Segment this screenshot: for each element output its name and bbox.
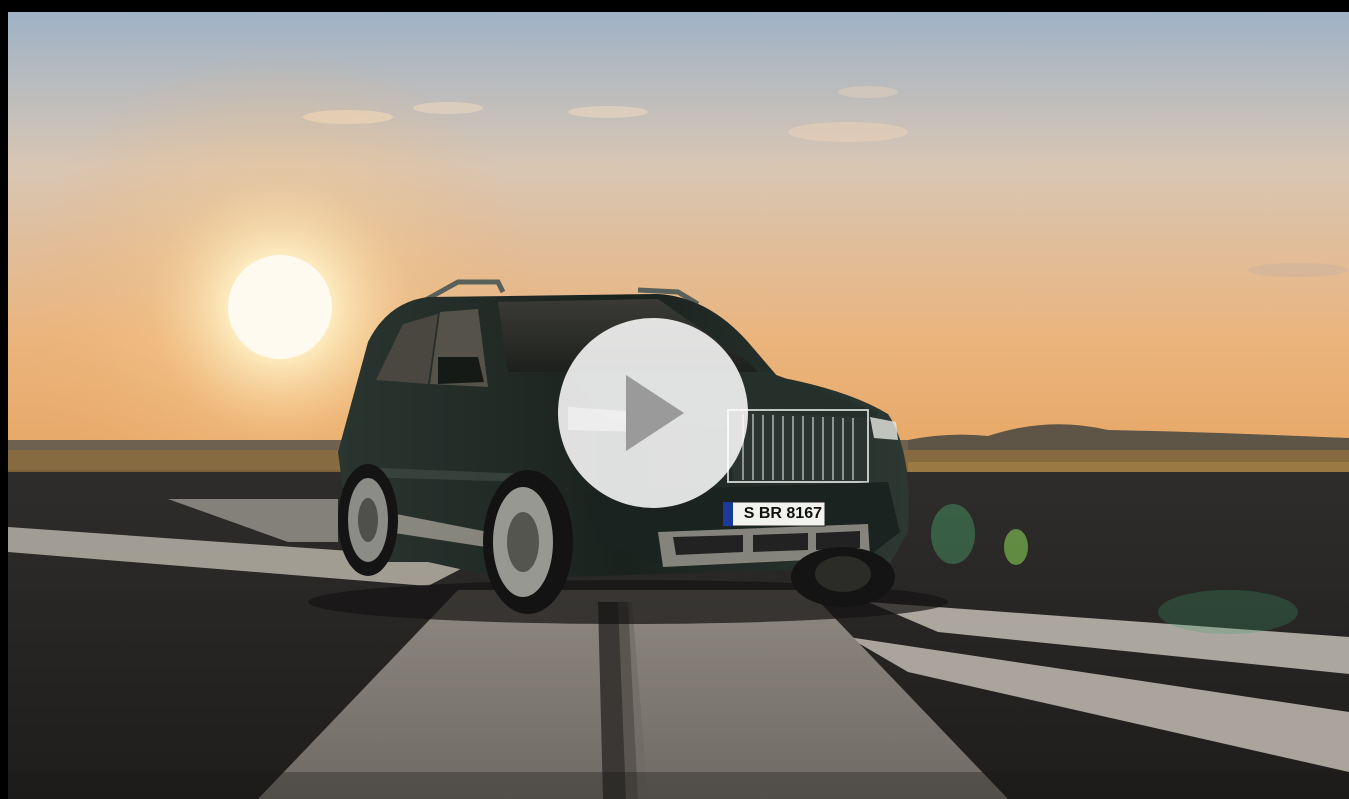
left-letterbox [0,0,8,799]
video-player[interactable]: S BR 8167 [8,12,1349,799]
license-plate-text: S BR 8167 [743,505,822,522]
play-button[interactable] [558,318,748,508]
top-letterbox [0,0,1349,12]
play-icon [626,375,684,451]
